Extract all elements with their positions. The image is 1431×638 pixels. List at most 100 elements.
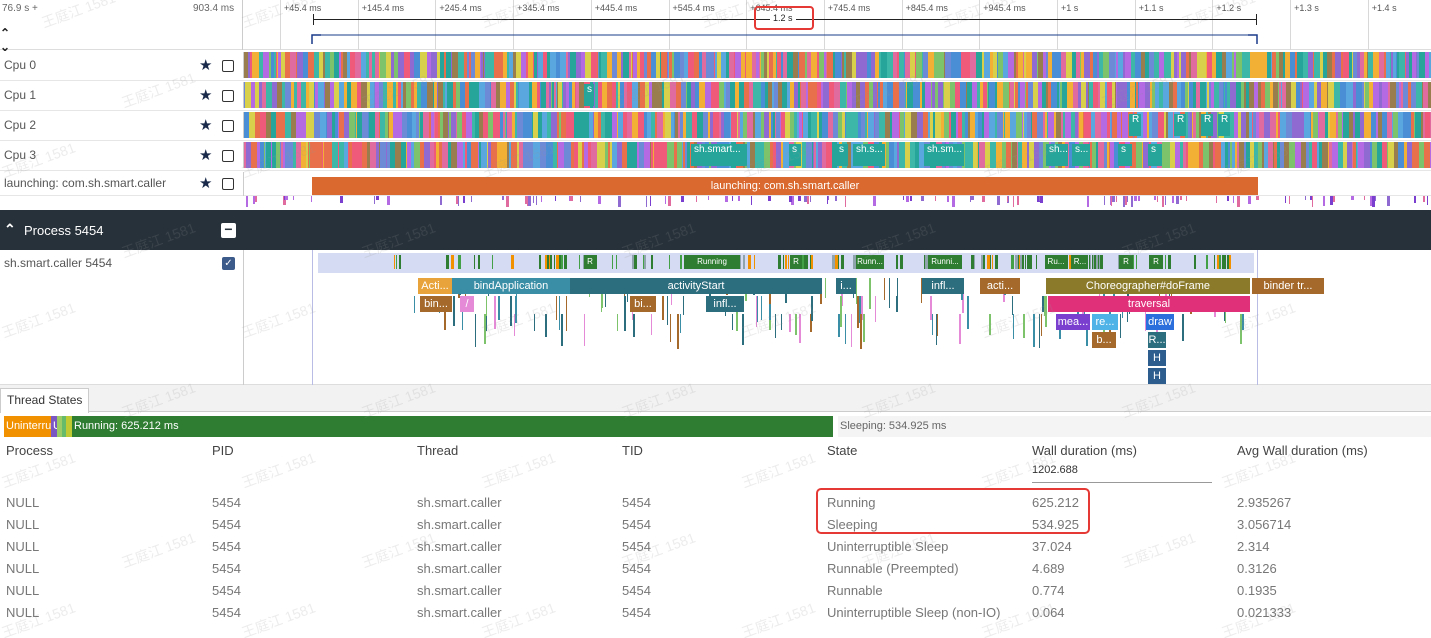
cpu-track-1[interactable]: Cpu 1 ★ s <box>0 81 1431 111</box>
process-header[interactable]: ⌃ Process 5454 − <box>0 210 1431 250</box>
track-checkbox[interactable] <box>222 90 234 102</box>
summary-running[interactable]: Running: 625.212 ms <box>72 416 833 437</box>
time-ruler[interactable]: 76.9 s + 903.4 ms ⌃ ⌄ +45.4 ms +145.4 ms +2… <box>0 0 1431 54</box>
cpu-slice[interactable]: s <box>584 84 594 106</box>
state-slice[interactable]: R <box>584 255 596 269</box>
cpu-slice[interactable]: s <box>1148 144 1162 166</box>
slice-traversal[interactable]: traversal <box>1048 296 1250 312</box>
summary-uninterruptible[interactable]: Uninterru <box>4 416 51 437</box>
flame-tick <box>1023 314 1025 338</box>
state-slice[interactable]: R... <box>1072 255 1088 269</box>
cpu-lane-2[interactable]: R R R R R <box>243 112 1431 138</box>
cpu-lane-0[interactable] <box>243 52 1431 78</box>
double-chevron-icon[interactable]: ⌃ ⌄ <box>0 26 10 54</box>
mini-stripe <box>458 196 459 206</box>
state-slice[interactable]: Ru... <box>1046 255 1066 269</box>
track-checkbox[interactable] <box>222 178 234 190</box>
thread-state-summary-bar[interactable]: Uninterru U Running: 625.212 ms Sleeping… <box>4 416 1431 437</box>
state-slice[interactable]: R <box>1119 255 1133 269</box>
slice-slash[interactable]: / <box>460 296 474 312</box>
column-header-state[interactable]: State <box>827 443 857 458</box>
mini-stripe <box>952 196 955 207</box>
cpu-lane-3[interactable]: sh.smart... s s sh.s... sh.sm... sh... s… <box>243 142 1431 168</box>
slice-r[interactable]: R... <box>1148 332 1166 348</box>
slice-h-2[interactable]: H <box>1148 368 1166 384</box>
cell-thread: sh.smart.caller <box>417 495 502 510</box>
slice-b[interactable]: b... <box>1092 332 1116 348</box>
slice-h[interactable]: H <box>1148 350 1166 366</box>
slice-inflate[interactable]: infl... <box>922 278 964 294</box>
state-tick <box>900 255 903 269</box>
mini-stripe <box>376 196 379 200</box>
cpu-slice[interactable]: s <box>789 144 801 166</box>
star-icon[interactable]: ★ <box>199 146 212 164</box>
slice-draw[interactable]: draw <box>1146 314 1174 330</box>
mini-stripe <box>947 196 949 202</box>
cpu-slice[interactable]: sh... <box>1046 144 1068 166</box>
star-icon[interactable]: ★ <box>199 116 212 134</box>
cpu-slice[interactable]: R <box>1174 114 1186 136</box>
state-slice[interactable]: Runni... <box>928 255 962 269</box>
thread-lane[interactable]: R Running R Runn... Runni... Ru... R... … <box>243 250 1431 385</box>
slice-activity[interactable]: Acti... <box>418 278 452 294</box>
column-header-pid[interactable]: PID <box>212 443 234 458</box>
slice-binder[interactable]: bin... <box>420 296 452 312</box>
cpu-track-0[interactable]: Cpu 0 ★ <box>0 51 1431 81</box>
slice-bind-application[interactable]: bindApplication <box>452 278 570 294</box>
launch-slice[interactable]: launching: com.sh.smart.caller <box>312 177 1258 195</box>
ruler-tick: +45.4 ms <box>280 0 321 50</box>
star-icon[interactable]: ★ <box>199 86 212 104</box>
track-checkbox[interactable] <box>222 120 234 132</box>
mini-stripe <box>1305 196 1306 200</box>
launch-lane[interactable]: launching: com.sh.smart.caller <box>243 172 1431 196</box>
mini-stripe <box>835 196 837 201</box>
state-slice[interactable]: R <box>1149 255 1163 269</box>
flame-tick <box>989 314 991 335</box>
slice-binder-transaction[interactable]: binder tr... <box>1252 278 1324 294</box>
flame-tick <box>1013 314 1014 339</box>
flame-tick <box>845 314 846 344</box>
state-slice[interactable]: R <box>790 255 802 269</box>
state-tick <box>1165 255 1166 269</box>
column-header-tid[interactable]: TID <box>622 443 643 458</box>
cpu-slice[interactable]: sh.s... <box>853 144 885 166</box>
star-icon[interactable]: ★ <box>199 174 212 192</box>
track-checkbox[interactable] <box>222 60 234 72</box>
state-slice[interactable]: Runn... <box>856 255 884 269</box>
cpu-slice[interactable]: R <box>1201 114 1213 136</box>
column-header-thread[interactable]: Thread <box>417 443 458 458</box>
thread-checkbox-checked[interactable]: ✓ <box>222 257 235 270</box>
slice-choreographer[interactable]: Choreographer#doFrame <box>1046 278 1250 294</box>
state-slice[interactable]: Running <box>684 255 740 269</box>
cpu-slice[interactable]: s <box>1118 144 1132 166</box>
column-header-avg-wall-duration[interactable]: Avg Wall duration (ms) <box>1237 443 1368 458</box>
column-header-process[interactable]: Process <box>6 443 53 458</box>
thread-track[interactable]: sh.smart.caller 5454 ✓ R Running R Runn.… <box>0 250 1431 385</box>
cpu-slice[interactable]: s <box>836 144 848 166</box>
track-checkbox[interactable] <box>222 150 234 162</box>
slice-activity-start[interactable]: activityStart <box>570 278 822 294</box>
cpu-slice[interactable]: R <box>1129 114 1141 136</box>
cpu-slice[interactable]: s... <box>1072 144 1090 166</box>
cpu-slice[interactable]: sh.smart... <box>691 144 747 166</box>
cpu-lane-1[interactable]: s <box>243 82 1431 108</box>
slice-activity-2[interactable]: acti... <box>980 278 1020 294</box>
slice-binder-2[interactable]: bi... <box>630 296 656 312</box>
cpu-track-3[interactable]: Cpu 3 ★ sh.smart... s s sh.s... sh.sm...… <box>0 141 1431 171</box>
selection-end-marker[interactable] <box>1256 14 1257 25</box>
summary-sleeping[interactable]: Sleeping: 534.925 ms <box>838 416 1431 437</box>
watermark-text: 王庭江 1581 <box>239 449 318 491</box>
cpu-slice[interactable]: sh.sm... <box>924 144 964 166</box>
column-header-wall-duration[interactable]: Wall duration (ms) <box>1032 443 1137 458</box>
slice-relayout[interactable]: re... <box>1092 314 1118 330</box>
slice-i[interactable]: i... <box>836 278 856 294</box>
tab-thread-states[interactable]: Thread States <box>0 388 90 413</box>
slice-measure[interactable]: mea... <box>1056 314 1090 330</box>
cpu-track-2[interactable]: Cpu 2 ★ R R R R R <box>0 111 1431 141</box>
collapse-minus-button[interactable]: − <box>221 222 236 238</box>
slice-inflate-2[interactable]: infl... <box>706 296 744 312</box>
chevron-up-icon[interactable]: ⌃ <box>4 221 16 238</box>
cpu-slice[interactable]: R <box>1218 114 1230 136</box>
launch-track[interactable]: launching: com.sh.smart.caller ★ launchi… <box>0 171 1431 196</box>
star-icon[interactable]: ★ <box>199 56 212 74</box>
